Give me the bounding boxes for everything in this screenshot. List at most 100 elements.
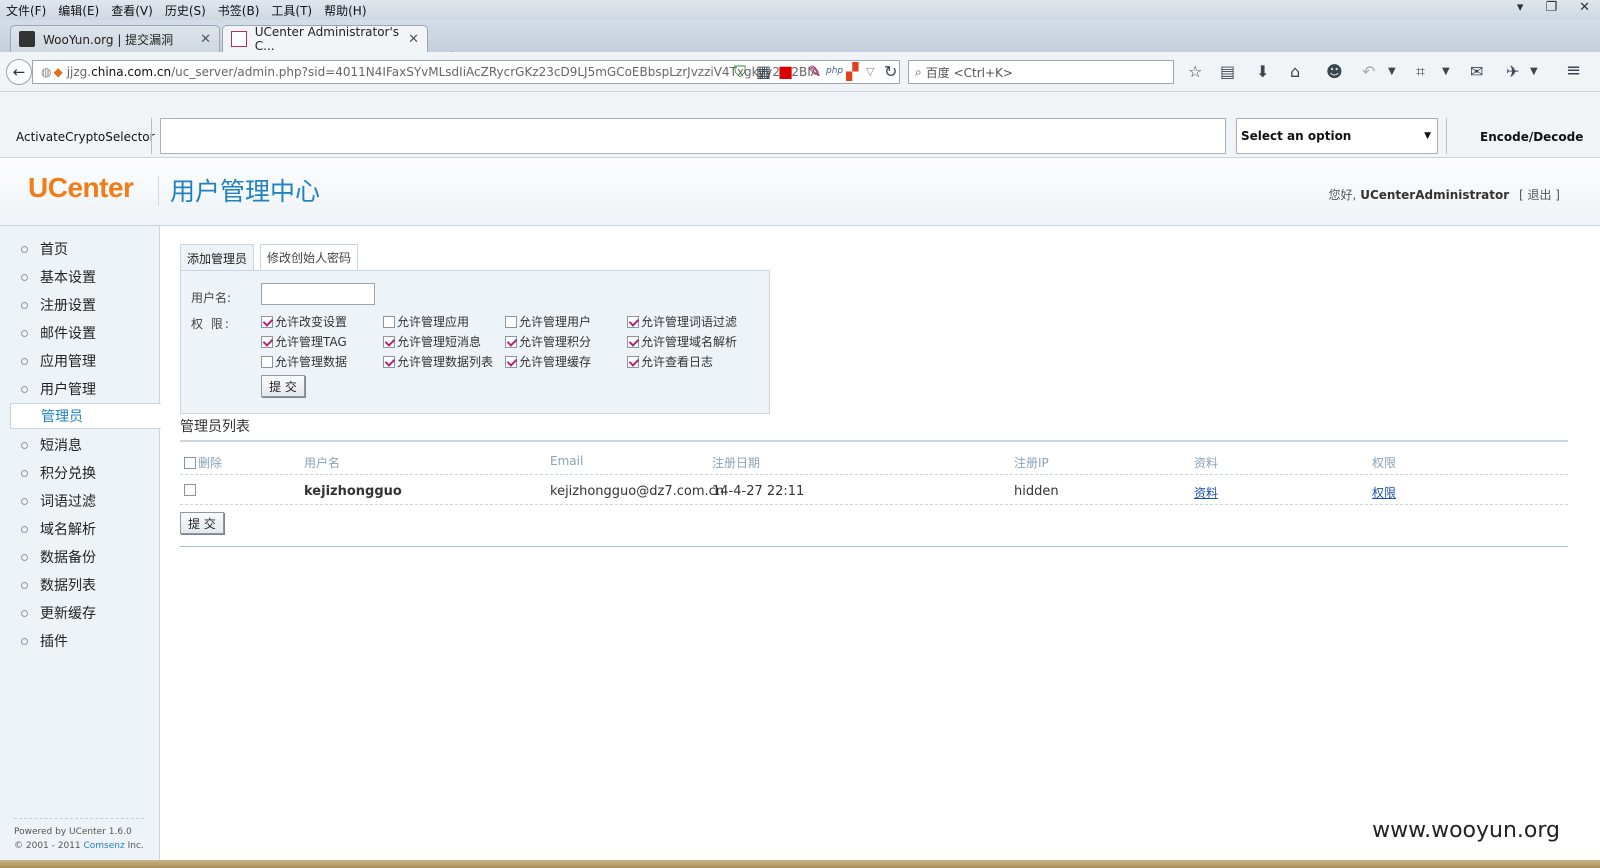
sidebar-item-domain-resolution[interactable]: 域名解析 (10, 516, 160, 542)
back-arrow-icon[interactable]: ← (6, 59, 32, 85)
sidebar-item-home[interactable]: 首页 (10, 236, 160, 262)
shield-check-icon[interactable]: ⛉ (734, 62, 746, 82)
perm-manage-data[interactable]: 允许管理数据 (261, 353, 347, 370)
menu-bookmarks[interactable]: 书签(B) (212, 2, 266, 19)
checkbox[interactable] (627, 315, 639, 328)
sidebar-item-user-management[interactable]: 用户管理 (10, 376, 160, 402)
permissions-link[interactable]: 权限 (1372, 484, 1396, 501)
bullet-icon (21, 441, 28, 449)
column-label: 删除 (198, 456, 223, 470)
menu-file[interactable]: 文件(F) (0, 2, 52, 19)
dropdown-arrow-icon[interactable]: ▼ (1442, 66, 1450, 77)
site-info-icon[interactable]: ◍ (41, 65, 51, 79)
os-taskbar (0, 860, 1600, 868)
menu-history[interactable]: 历史(S) (159, 2, 212, 19)
crypto-option-select[interactable]: Select an option ▼ (1236, 118, 1438, 154)
download-icon[interactable]: ⬇ (1256, 62, 1269, 81)
qr-code-icon[interactable]: ▦ (756, 62, 771, 81)
perm-manage-users[interactable]: 允许管理用户 (505, 313, 591, 330)
sidebar-item-data-backup[interactable]: 数据备份 (10, 544, 160, 570)
close-window-icon[interactable]: ✕ (1579, 0, 1590, 15)
reading-list-icon[interactable]: ▤ (1220, 62, 1235, 81)
menu-view[interactable]: 查看(V) (105, 2, 159, 19)
perm-manage-data-list[interactable]: 允许管理数据列表 (383, 353, 493, 370)
checkbox[interactable] (505, 315, 517, 328)
close-tab-icon[interactable]: ✕ (408, 32, 419, 47)
perm-view-logs[interactable]: 允许查看日志 (627, 353, 713, 370)
submit-admin-list-button[interactable]: 提 交 (180, 512, 224, 534)
dropdown-arrow-icon[interactable]: ▼ (1530, 66, 1538, 77)
feather-icon[interactable]: ✎ (808, 62, 821, 81)
comsenz-link[interactable]: Comsenz (84, 841, 125, 851)
dropdown-arrow-icon[interactable]: ▼ (1388, 66, 1396, 77)
chat-icon[interactable]: ☻ (1326, 62, 1343, 81)
comment-icon[interactable]: ✉ (1470, 62, 1483, 81)
crypto-text-input[interactable] (160, 118, 1226, 154)
perm-manage-tag[interactable]: 允许管理TAG (261, 333, 347, 350)
addon-icon[interactable]: ✈ (1506, 62, 1519, 81)
sidebar-item-register-settings[interactable]: 注册设置 (10, 292, 160, 318)
menu-tools[interactable]: 工具(T) (265, 2, 318, 19)
reload-icon[interactable]: ↻ (884, 62, 897, 81)
search-input[interactable]: ⌕ 百度 <Ctrl+K> (908, 60, 1174, 84)
tab-add-admin[interactable]: 添加管理员 (180, 244, 255, 271)
minimize-icon[interactable]: ▾ (1517, 0, 1524, 15)
dropdown-arrow-icon[interactable]: ▽ (866, 65, 874, 78)
sidebar-item-update-cache[interactable]: 更新缓存 (10, 600, 160, 626)
sidebar-item-administrators[interactable]: 管理员 (10, 403, 161, 429)
logout-link[interactable]: [ 退出 ] (1519, 188, 1560, 202)
username-input[interactable] (261, 283, 375, 305)
checkbox[interactable] (383, 355, 395, 368)
sidebar-item-basic-settings[interactable]: 基本设置 (10, 264, 160, 290)
checkbox[interactable] (627, 335, 639, 348)
php-icon[interactable]: php (826, 66, 843, 76)
checkbox[interactable] (383, 335, 395, 348)
checkbox[interactable] (261, 335, 273, 348)
tab-bar: WooYun.org | 提交漏洞 ✕ UCenter Administrato… (0, 20, 1600, 68)
undo-icon[interactable]: ↶ (1362, 62, 1375, 81)
sidebar-item-app-management[interactable]: 应用管理 (10, 348, 160, 374)
crop-icon[interactable]: ⌗ (1416, 62, 1425, 82)
flag-icon[interactable]: ■ (778, 62, 793, 81)
sidebar-item-messages[interactable]: 短消息 (10, 432, 160, 458)
sidebar-item-credit-exchange[interactable]: 积分兑换 (10, 460, 160, 486)
hamburger-menu-icon[interactable]: ≡ (1566, 60, 1581, 81)
row-checkbox[interactable] (184, 484, 196, 496)
perm-manage-messages[interactable]: 允许管理短消息 (383, 333, 481, 350)
checkbox[interactable] (505, 355, 517, 368)
page-header: UCenter 用户管理中心 您好, UCenterAdministrator … (0, 158, 1600, 226)
checkbox[interactable] (505, 335, 517, 348)
restore-icon[interactable]: ❐ (1545, 0, 1557, 15)
perm-change-settings[interactable]: 允许改变设置 (261, 313, 347, 330)
perm-manage-word-filter[interactable]: 允许管理词语过滤 (627, 313, 737, 330)
checkbox[interactable] (261, 315, 273, 328)
tab-title: UCenter Administrator's C... (254, 25, 400, 53)
sidebar-item-plugins[interactable]: 插件 (10, 628, 160, 654)
menu-help[interactable]: 帮助(H) (318, 2, 372, 19)
menu-edit[interactable]: 编辑(E) (52, 2, 105, 19)
perm-manage-cache[interactable]: 允许管理缓存 (505, 353, 591, 370)
sidebar-item-data-list[interactable]: 数据列表 (10, 572, 160, 598)
select-all-checkbox[interactable] (184, 456, 196, 469)
tab-wooyun[interactable]: WooYun.org | 提交漏洞 ✕ (10, 25, 220, 52)
sidebar-item-word-filter[interactable]: 词语过滤 (10, 488, 160, 514)
close-tab-icon[interactable]: ✕ (200, 32, 211, 47)
tab-change-founder-password[interactable]: 修改创始人密码 (260, 244, 359, 270)
sidebar-item-mail-settings[interactable]: 邮件设置 (10, 320, 160, 346)
perm-manage-domains[interactable]: 允许管理域名解析 (627, 333, 737, 350)
checkbox[interactable] (627, 355, 639, 368)
windows-logo-icon[interactable]: ▞ (846, 62, 858, 81)
encode-decode-button[interactable]: Encode/Decode (1480, 130, 1583, 144)
url-path: /uc_server/admin.php?sid=4011N4IFaxSYvML… (171, 65, 819, 79)
tab-ucenter[interactable]: UCenter Administrator's C... ✕ (222, 25, 428, 53)
checkbox[interactable] (261, 355, 273, 368)
perm-manage-credits[interactable]: 允许管理积分 (505, 333, 591, 350)
ucenter-logo[interactable]: UCenter (28, 172, 134, 204)
perm-manage-apps[interactable]: 允许管理应用 (383, 313, 469, 330)
profile-link[interactable]: 资料 (1194, 484, 1218, 501)
checkbox[interactable] (383, 315, 395, 328)
submit-add-admin-button[interactable]: 提 交 (261, 375, 305, 397)
home-icon[interactable]: ⌂ (1290, 62, 1300, 81)
star-bookmark-icon[interactable]: ☆ (1188, 62, 1202, 81)
menu-bar: 文件(F) 编辑(E) 查看(V) 历史(S) 书签(B) 工具(T) 帮助(H… (0, 0, 1600, 20)
